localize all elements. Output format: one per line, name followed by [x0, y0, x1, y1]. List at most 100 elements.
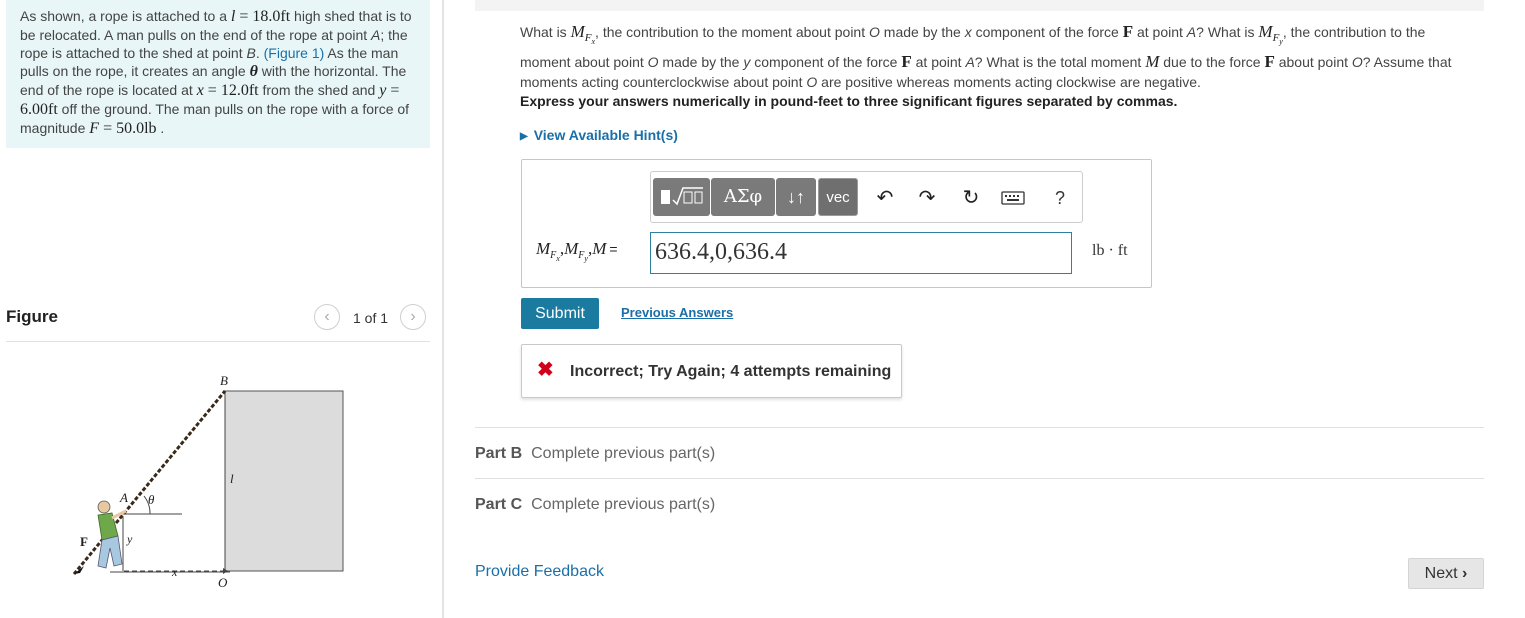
- question-segment: made by the: [658, 53, 744, 70]
- problem-text: .: [156, 120, 165, 136]
- help-button[interactable]: ?: [1048, 186, 1072, 210]
- math-theta: θ: [249, 63, 258, 80]
- next-label: Next: [1424, 565, 1458, 582]
- question-segment: at point: [911, 53, 966, 70]
- question-segment: made by the: [879, 24, 965, 40]
- part-status: Complete previous part(s): [531, 496, 716, 513]
- undo-icon[interactable]: ↶: [873, 186, 897, 210]
- reset-icon[interactable]: ↻: [959, 186, 983, 210]
- question-text: What is MFx, the contribution to the mom…: [520, 22, 1470, 92]
- label-x: x: [556, 254, 560, 264]
- label-f: F: [80, 534, 88, 549]
- answer-unit: lb · ft: [1092, 242, 1128, 259]
- redo-icon[interactable]: ↷: [915, 186, 939, 210]
- label-a: A: [119, 490, 128, 505]
- math-m: M: [1258, 22, 1273, 41]
- answer-input[interactable]: 636.4,0,636.4: [650, 232, 1072, 274]
- label-o: O: [218, 575, 228, 590]
- question-segment: , the contribution to the moment about p…: [595, 24, 869, 40]
- triangle-right-icon: ▶: [520, 131, 528, 142]
- feedback-box: ✖ Incorrect; Try Again; 4 attempts remai…: [521, 344, 902, 398]
- question-segment: are positive whereas moments acting cloc…: [817, 73, 1201, 90]
- submit-button[interactable]: Submit: [521, 298, 599, 329]
- math-m: M: [570, 22, 585, 41]
- math-l-unit: ft: [280, 8, 291, 25]
- label-x: x: [171, 565, 178, 579]
- part-label: Part C: [475, 496, 523, 513]
- arrows-button[interactable]: ↓↑: [776, 178, 816, 216]
- top-strip: [475, 0, 1484, 11]
- x-mark-icon: ✖: [537, 359, 554, 381]
- problem-text: As shown, a rope is attached to a: [20, 8, 231, 24]
- chevron-left-icon[interactable]: ‹: [314, 304, 340, 330]
- chevron-right-icon[interactable]: ›: [400, 304, 426, 330]
- question-segment: ? What is: [1196, 24, 1259, 40]
- question-segment: about point: [1274, 53, 1352, 70]
- shed: [224, 390, 344, 572]
- problem-statement: As shown, a rope is attached to a l = 18…: [6, 0, 430, 148]
- figure-header: Figure ‹ 1 of 1 ›: [6, 304, 430, 342]
- greek-button[interactable]: ΑΣφ: [711, 178, 775, 216]
- math-m: M: [1145, 51, 1160, 71]
- point-a: A: [965, 53, 975, 70]
- previous-answers-link[interactable]: Previous Answers: [621, 305, 733, 320]
- instructions: Express your answers numerically in poun…: [520, 93, 1178, 109]
- label-l: l: [230, 471, 234, 486]
- component-x: x: [964, 24, 972, 40]
- question-segment: What is: [520, 24, 571, 40]
- chevron-right-icon: ›: [1462, 565, 1468, 582]
- math-f: F: [89, 120, 100, 137]
- math-x-unit: ft: [248, 82, 259, 99]
- answer-panel: ΑΣφ ↓↑ vec ↶ ↷ ↻ ? MFx,MFy,M = 636.4,0,63…: [521, 159, 1152, 288]
- man-figure: [97, 500, 127, 569]
- question-segment: ? What is the total moment: [974, 53, 1146, 70]
- figure-title: Figure: [6, 307, 58, 326]
- question-segment: component of the force: [750, 53, 902, 70]
- next-button[interactable]: Next ›: [1408, 558, 1484, 589]
- point-o: O: [869, 24, 880, 40]
- part-b-row[interactable]: Part B Complete previous part(s): [475, 445, 715, 463]
- point-a: A: [371, 27, 381, 43]
- label-y: y: [584, 254, 588, 264]
- label-m: M: [592, 239, 607, 258]
- point-o: O: [806, 73, 818, 90]
- figure-counter: 1 of 1: [353, 310, 389, 326]
- label-equals: =: [609, 241, 618, 257]
- point-b: B: [246, 45, 256, 61]
- point-a: A: [1186, 24, 1197, 40]
- math-l-value: = 18.0: [235, 8, 281, 25]
- divider: [475, 427, 1484, 428]
- problem-text: from the shed and: [258, 82, 380, 98]
- part-status: Complete previous part(s): [531, 445, 716, 462]
- question-segment: component of the force: [971, 24, 1123, 40]
- force-f: F: [901, 51, 912, 71]
- math-y-unit: ft: [48, 101, 58, 118]
- math-toolbar: ΑΣφ ↓↑ vec ↶ ↷ ↻ ?: [650, 171, 1083, 223]
- part-c-row[interactable]: Part C Complete previous part(s): [475, 496, 715, 514]
- question-segment: due to the force: [1159, 53, 1265, 70]
- figure-link[interactable]: (Figure 1): [264, 45, 325, 61]
- math-x: x: [196, 82, 204, 99]
- template-sqrt-icon[interactable]: [653, 178, 710, 216]
- point-o: O: [647, 53, 659, 70]
- label-m: M: [536, 239, 551, 258]
- provide-feedback-link[interactable]: Provide Feedback: [475, 563, 604, 581]
- figure-image: B A θ F y x l O: [72, 373, 344, 590]
- vec-button[interactable]: vec: [818, 178, 858, 216]
- label-b: B: [220, 373, 228, 388]
- math-x-value: = 12.0: [203, 82, 249, 99]
- label-m: M: [564, 239, 579, 258]
- feedback-text: Incorrect; Try Again; 4 attempts remaini…: [570, 363, 892, 380]
- part-label: Part B: [475, 445, 523, 462]
- keyboard-icon[interactable]: [1001, 186, 1025, 210]
- label-y: y: [126, 532, 133, 546]
- problem-text: off the ground. The man pulls on the rop…: [20, 101, 410, 136]
- question-segment: at point: [1133, 24, 1187, 40]
- force-f: F: [1122, 22, 1134, 41]
- problem-text: .: [255, 45, 264, 61]
- math-f-unit: lb: [144, 120, 157, 137]
- left-pane: As shown, a rope is attached to a l = 18…: [0, 0, 444, 618]
- hint-toggle[interactable]: ▶ View Available Hint(s): [520, 127, 678, 143]
- answer-label: MFx,MFy,M =: [536, 239, 618, 264]
- divider: [475, 478, 1484, 479]
